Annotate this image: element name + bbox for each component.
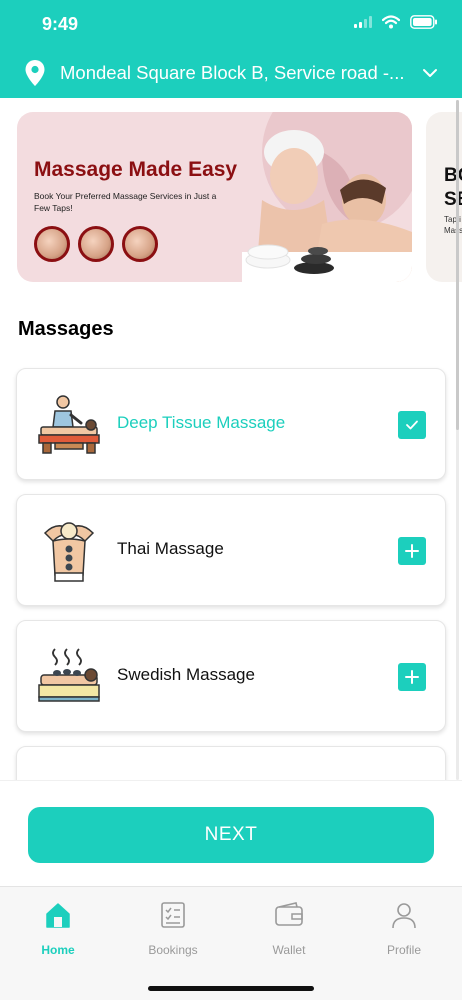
bottom-tab-bar: Home Bookings Wallet Profile <box>0 886 462 1000</box>
home-indicator <box>148 986 314 991</box>
section-title: Massages <box>18 318 114 340</box>
wifi-icon <box>382 15 400 29</box>
location-address: Mondeal Square Block B, Service road -..… <box>60 62 405 83</box>
banner-next-title: BO SE <box>444 165 462 210</box>
tab-profile[interactable]: Profile <box>354 901 454 957</box>
next-button[interactable]: NEXT <box>28 807 434 863</box>
scrollbar-thumb[interactable] <box>456 100 459 430</box>
tab-label: Profile <box>386 943 421 957</box>
tab-bookings[interactable]: Bookings <box>123 901 223 957</box>
bookings-icon <box>161 902 185 928</box>
signal-icon <box>354 16 372 28</box>
massage-card-thai[interactable]: Thai Massage <box>16 494 446 606</box>
profile-icon <box>392 903 416 929</box>
plus-icon <box>405 670 419 684</box>
massage-name: Swedish Massage <box>117 665 255 684</box>
banner-title: Massage Made Easy <box>34 158 238 181</box>
add-button[interactable] <box>398 663 426 691</box>
location-pin-icon <box>25 60 45 86</box>
status-time: 9:49 <box>42 14 79 34</box>
promo-banner[interactable]: Massage Made Easy Book Your Preferred Ma… <box>17 112 412 282</box>
massage-card-swedish[interactable]: Swedish Massage <box>16 620 446 732</box>
tab-label: Wallet <box>272 943 306 957</box>
tab-label: Bookings <box>148 943 198 957</box>
banner-carousel[interactable]: Massage Made Easy Book Your Preferred Ma… <box>0 112 462 284</box>
plus-icon <box>405 544 419 558</box>
banner-next-subtitle: Tap i Mass <box>444 215 462 235</box>
massage-thumbnail <box>34 226 70 262</box>
banner-subtitle: Book Your Preferred Massage Services in … <box>34 191 217 213</box>
status-icons <box>354 15 438 29</box>
banner-illustration <box>242 112 412 282</box>
battery-icon <box>410 15 437 29</box>
massage-name: Thai Massage <box>117 539 224 558</box>
massage-name: Deep Tissue Massage <box>117 413 286 432</box>
tab-wallet[interactable]: Wallet <box>239 901 339 957</box>
deep-tissue-massage-icon <box>38 395 100 454</box>
massage-thumbnail <box>78 226 114 262</box>
tab-label: Home <box>41 943 75 957</box>
home-icon <box>46 903 70 928</box>
wallet-icon <box>275 902 303 926</box>
location-selector[interactable]: Mondeal Square Block B, Service road -..… <box>24 58 438 88</box>
app-header: 9:49 Mondeal Square Block B, Service roa… <box>0 0 462 98</box>
swedish-massage-icon <box>38 648 100 702</box>
massage-thumbnail <box>122 226 158 262</box>
chevron-down-icon <box>423 69 437 77</box>
thai-massage-icon <box>43 522 95 582</box>
selected-checkbox[interactable] <box>398 411 426 439</box>
check-icon <box>406 420 418 430</box>
add-button[interactable] <box>398 537 426 565</box>
banner-thumbnails <box>34 226 158 262</box>
massage-card-deep-tissue[interactable]: Deep Tissue Massage <box>16 368 446 480</box>
scrollbar[interactable] <box>456 100 459 780</box>
tab-home[interactable]: Home <box>8 901 108 957</box>
